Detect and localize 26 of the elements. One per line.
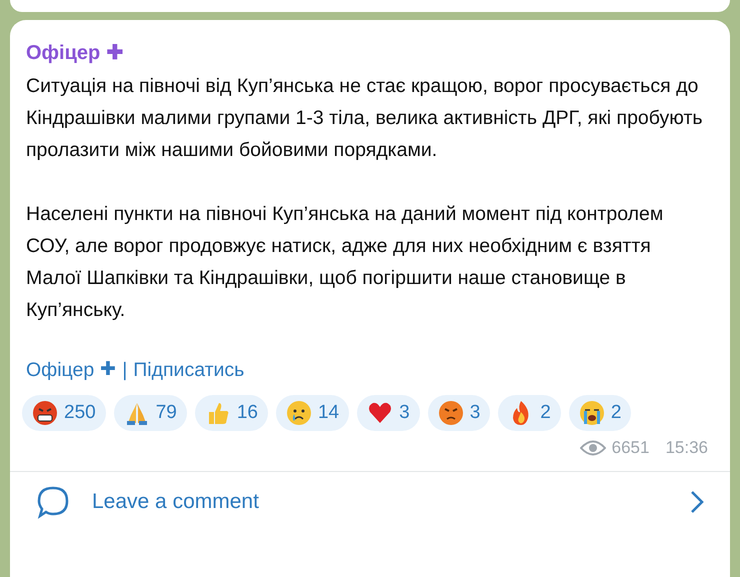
message-paragraph: Ситуація на півночі від Куп’янська не стає кращою, ворог просувається до Кіндрашівки малими групами 1-3 тіла, велика активність ДРГ, які пробують пролазити між нашими бойовими порядками. (26, 74, 704, 163)
plus-icon: ✚ (106, 38, 124, 68)
subscribe-link[interactable]: Підписатись (133, 356, 244, 386)
view-count: 6651 (612, 437, 650, 460)
chat-bubble-icon (36, 484, 70, 519)
message-paragraph: Населені пункти на півночі Куп’янська на даний момент під контролем СОУ, але ворог продовжує натиск, адже для них необхідним є взяття Малої Шапківки та Кіндрашівки, щоб погіршити наше становище в Куп’янську. (26, 202, 664, 323)
reaction-button[interactable]: 250 (22, 395, 106, 432)
reaction-button[interactable]: 2 (498, 395, 561, 432)
channel-link[interactable]: Офіцер (26, 356, 94, 386)
sobbing-face-icon (578, 400, 605, 426)
author-name[interactable]: Офіцер (26, 38, 100, 68)
reaction-button[interactable]: 16 (194, 395, 268, 432)
reaction-button[interactable]: 3 (428, 395, 490, 432)
reaction-button[interactable]: 14 (276, 395, 350, 432)
chevron-right-icon (690, 490, 704, 514)
reaction-button[interactable]: 3 (357, 395, 420, 432)
eye-icon (580, 440, 606, 456)
plus-icon: ✚ (100, 356, 116, 385)
message-time: 15:36 (665, 437, 708, 460)
reaction-button[interactable]: 2 (568, 395, 632, 432)
comment-button[interactable]: Leave a comment (10, 472, 730, 532)
reaction-button[interactable]: 79 (114, 395, 187, 432)
cursing-face-icon (32, 400, 58, 426)
separator: | (122, 358, 128, 383)
angry-face-icon (438, 400, 464, 426)
crying-face-icon (286, 400, 312, 426)
